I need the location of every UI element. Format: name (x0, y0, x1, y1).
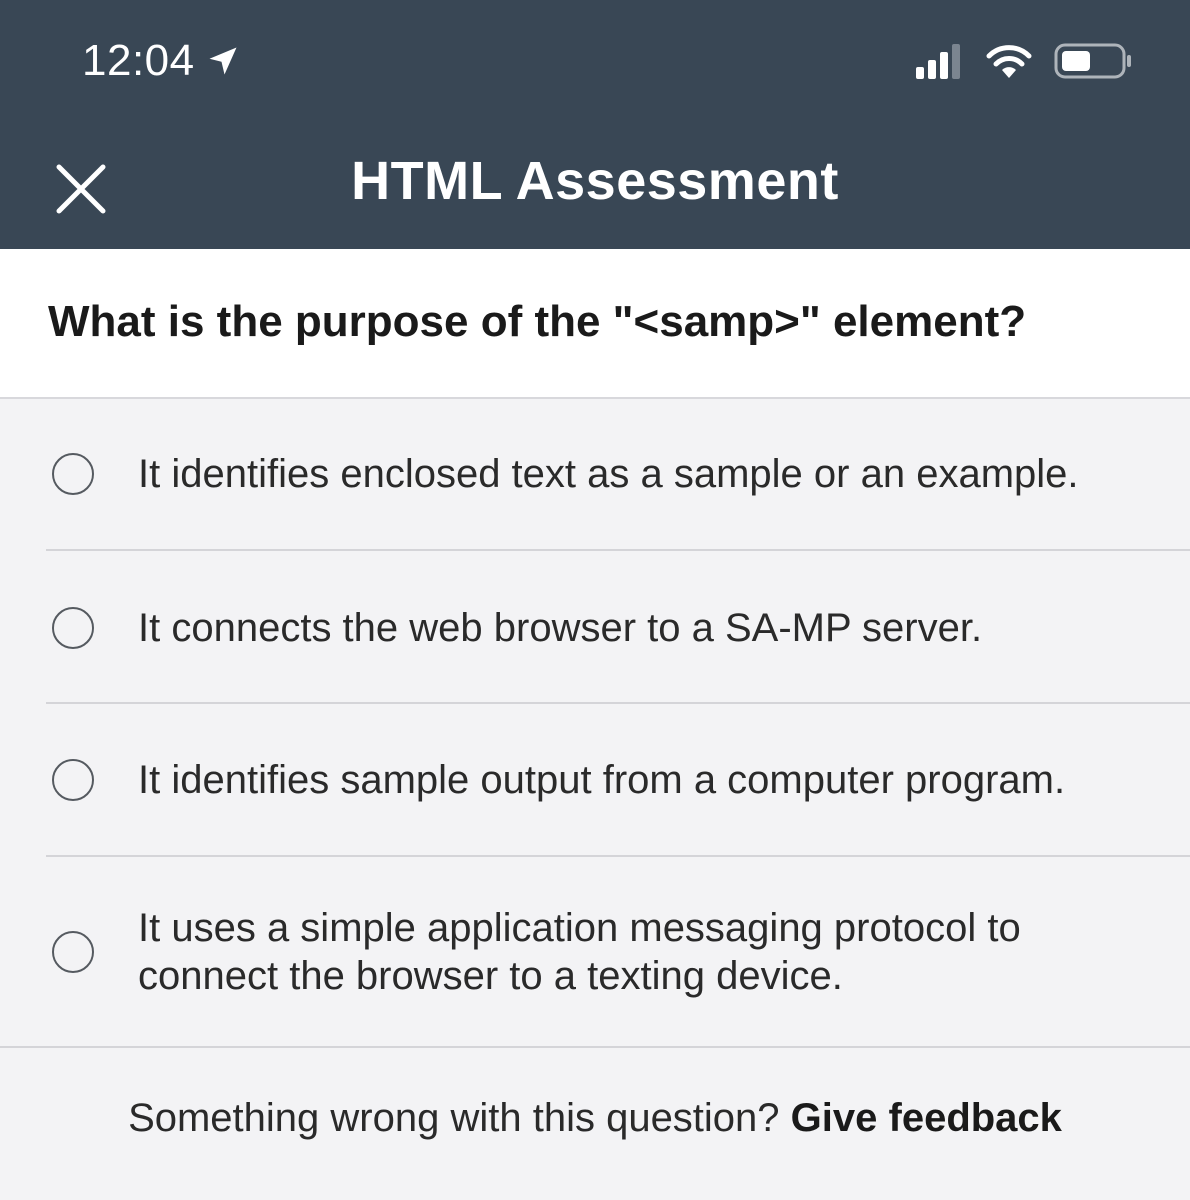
answer-option-label: It connects the web browser to a SA-MP s… (138, 606, 983, 650)
answer-option-label: It identifies enclosed text as a sample … (138, 452, 1079, 496)
feedback-row: Something wrong with this question? Give… (0, 1096, 1190, 1141)
page-title: HTML Assessment (351, 151, 839, 211)
radio-button[interactable] (52, 931, 94, 973)
radio-button[interactable] (52, 453, 94, 495)
question-text: What is the purpose of the "<samp>" elem… (48, 297, 1027, 346)
signal-icon (916, 44, 960, 79)
answer-option-label-line-1: It uses a simple application messaging p… (138, 906, 1021, 950)
status-bar-time: 12:04 (82, 36, 241, 86)
radio-button[interactable] (52, 759, 94, 801)
answer-option-label-line-2: connect the browser to a texting device. (138, 954, 843, 998)
radio-button[interactable] (52, 607, 94, 649)
location-arrow-icon (209, 47, 237, 75)
status-bar-indicators (916, 42, 1134, 80)
wifi-icon (986, 45, 1032, 78)
answer-option-label: It identifies sample output from a compu… (138, 758, 1066, 802)
answer-option-2[interactable]: It connects the web browser to a SA-MP s… (0, 551, 1190, 703)
battery-icon (1054, 43, 1131, 79)
app-header: 12:04 HTML Assessment (0, 0, 1190, 249)
give-feedback-link[interactable]: Give feedback (791, 1096, 1062, 1140)
question-section: What is the purpose of the "<samp>" elem… (0, 249, 1190, 399)
answer-option-3[interactable]: It identifies sample output from a compu… (0, 704, 1190, 856)
feedback-prompt: Something wrong with this question? (128, 1096, 780, 1140)
time-label: 12:04 (82, 36, 195, 85)
answer-option-1[interactable]: It identifies enclosed text as a sample … (0, 398, 1190, 550)
answer-option-4[interactable]: It uses a simple application messaging p… (0, 857, 1190, 1047)
divider (0, 1046, 1190, 1048)
